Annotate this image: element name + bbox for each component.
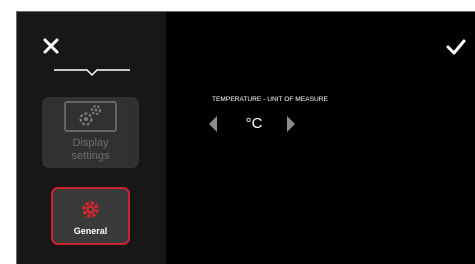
general-tile[interactable]: General — [51, 187, 130, 245]
general-label: General — [73, 226, 108, 236]
arrow-right-icon — [287, 116, 295, 132]
arrow-left-icon — [209, 116, 217, 132]
settings-screen: Display settings General TEMPERATURE - U… — [16, 11, 475, 264]
display-settings-tile[interactable]: Display settings — [42, 97, 139, 168]
confirm-button[interactable] — [445, 37, 467, 57]
settings-sidebar: Display settings General — [17, 12, 166, 264]
display-settings-icon — [64, 101, 117, 132]
next-value-button[interactable] — [285, 115, 297, 133]
general-gear-icon — [81, 200, 100, 219]
close-button[interactable] — [39, 34, 63, 58]
menu-divider-chevron — [54, 69, 130, 77]
display-settings-label: Display settings — [71, 137, 110, 162]
setting-label: TEMPERATURE - UNIT OF MEASURE — [212, 96, 328, 103]
checkmark-icon — [446, 39, 466, 55]
setting-value: °C — [245, 115, 263, 132]
close-icon — [43, 38, 59, 54]
previous-value-button[interactable] — [207, 115, 219, 133]
